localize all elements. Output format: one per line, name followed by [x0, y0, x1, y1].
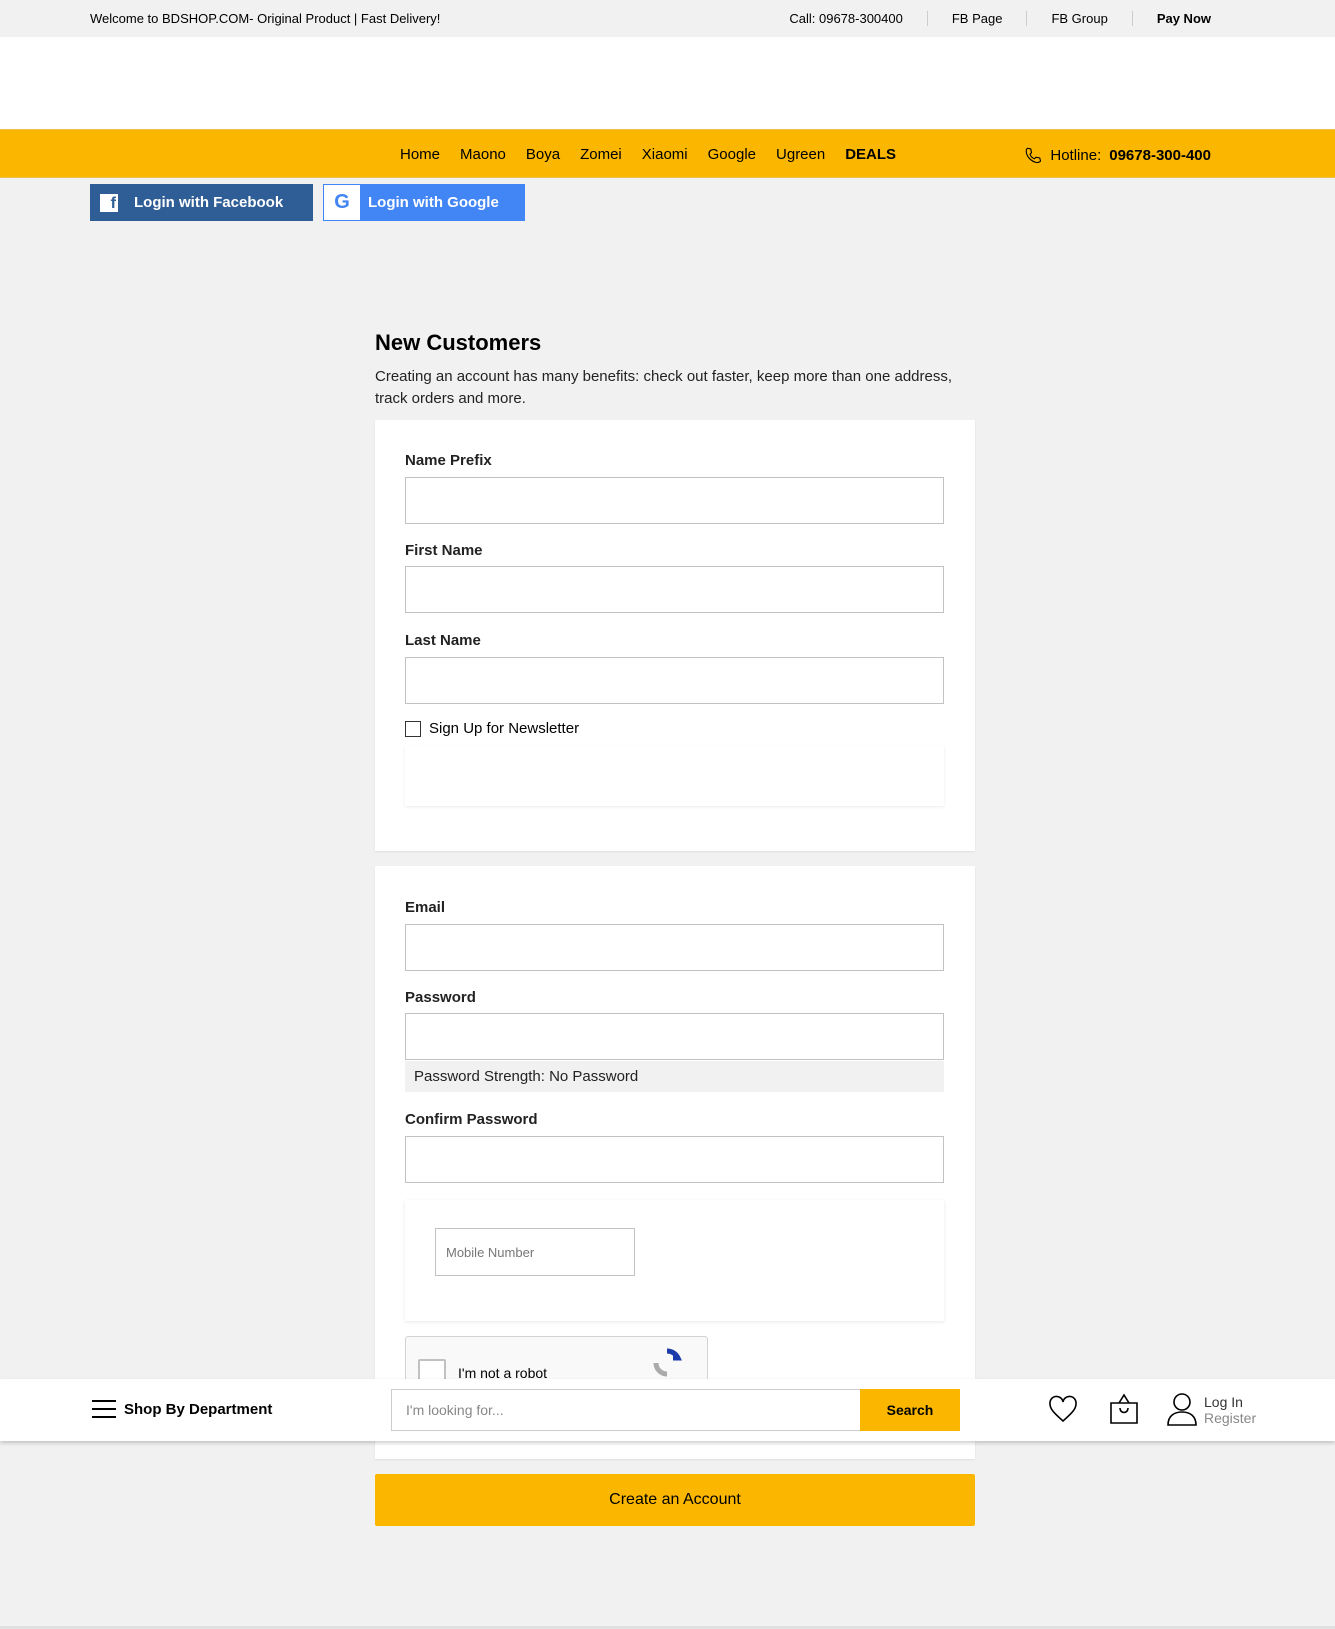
google-label: Login with Google [368, 194, 499, 211]
register-link[interactable]: Register [1204, 1410, 1256, 1426]
name-prefix-label: Name Prefix [405, 452, 492, 469]
search-input[interactable]: I'm looking for... [391, 1389, 861, 1431]
confirm-password-label: Confirm Password [405, 1111, 538, 1128]
login-link[interactable]: Log In [1204, 1394, 1256, 1410]
search-button[interactable]: Search [860, 1389, 960, 1431]
last-name-input[interactable] [405, 657, 944, 704]
sticky-header: Shop By Department I'm looking for... Se… [0, 1379, 1335, 1441]
password-strength: Password Strength: No Password [405, 1061, 944, 1092]
user-icon[interactable] [1167, 1392, 1197, 1426]
account-links: Log In Register [1204, 1394, 1256, 1426]
pay-now-link[interactable]: Pay Now [1131, 11, 1211, 26]
nav-deals[interactable]: DEALS [845, 146, 896, 163]
email-label: Email [405, 899, 446, 916]
create-account-button[interactable]: Create an Account [375, 1474, 975, 1526]
password-input[interactable] [405, 1013, 944, 1060]
department-label: Shop By Department [124, 1400, 273, 1418]
menu-icon [92, 1400, 116, 1418]
password-label: Password [405, 989, 476, 1006]
fb-group-link[interactable]: FB Group [1026, 11, 1131, 26]
nav-google[interactable]: Google [708, 146, 756, 163]
extra-field-box [405, 746, 944, 806]
nav-boya[interactable]: Boya [526, 146, 560, 163]
newsletter-label: Sign Up for Newsletter [429, 720, 580, 737]
top-bar: Welcome to BDSHOP.COM- Original Product … [0, 0, 1335, 37]
welcome-text: Welcome to BDSHOP.COM- Original Product … [90, 11, 441, 26]
checkbox[interactable] [405, 720, 421, 737]
hotline: Hotline: 09678-300-400 [1024, 146, 1211, 164]
page-title: New Customers [375, 330, 542, 355]
intro-text: Creating an account has many benefits: c… [375, 368, 953, 407]
facebook-label: Login with Facebook [134, 194, 284, 211]
email-input[interactable] [405, 924, 944, 971]
facebook-icon: f [100, 193, 118, 212]
last-name-label: Last Name [405, 632, 481, 649]
newsletter-checkbox[interactable]: Sign Up for Newsletter [405, 720, 579, 737]
nav-ugreen[interactable]: Ugreen [776, 146, 825, 163]
name-prefix-input[interactable] [405, 477, 944, 524]
first-name-input[interactable] [405, 566, 944, 613]
login-google-button[interactable]: G Login with Google [323, 184, 525, 221]
cart-bag-icon[interactable] [1109, 1393, 1139, 1425]
login-facebook-button[interactable]: f Login with Facebook [90, 184, 313, 221]
confirm-password-input[interactable] [405, 1136, 944, 1183]
hotline-number: 09678-300-400 [1109, 146, 1211, 164]
nav-home[interactable]: Home [400, 146, 440, 163]
main-nav: Home Maono Boya Zomei Xiaomi Google Ugre… [0, 129, 1335, 178]
nav-maono[interactable]: Maono [460, 146, 506, 163]
nav-zomei[interactable]: Zomei [580, 146, 622, 163]
first-name-label: First Name [405, 542, 483, 559]
mobile-number-input[interactable]: Mobile Number [435, 1228, 635, 1276]
fb-page-link[interactable]: FB Page [926, 11, 1027, 26]
nav-xiaomi[interactable]: Xiaomi [642, 146, 688, 163]
header [0, 37, 1335, 129]
recaptcha-icon [653, 1348, 682, 1377]
call-link[interactable]: Call: 09678-300400 [765, 11, 926, 26]
top-links: Call: 09678-300400 FB Page FB Group Pay … [765, 11, 1211, 26]
hotline-label: Hotline: [1050, 146, 1102, 164]
phone-icon [1026, 147, 1042, 164]
shop-by-department-button[interactable]: Shop By Department [92, 1400, 272, 1418]
google-icon: G [324, 185, 360, 220]
heart-icon[interactable] [1048, 1395, 1078, 1423]
